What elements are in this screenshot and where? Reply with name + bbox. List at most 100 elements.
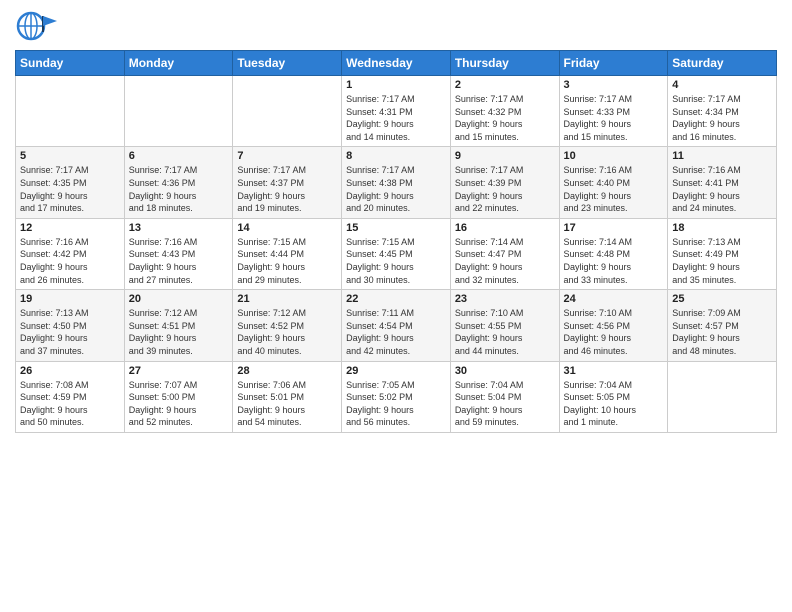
day-number: 12 xyxy=(20,222,120,234)
calendar-week-row: 26 Sunrise: 7:08 AM Sunset: 4:59 PM Dayli… xyxy=(16,361,777,432)
day-info: Sunrise: 7:14 AM Sunset: 4:47 PM Dayligh… xyxy=(455,236,555,286)
day-number: 17 xyxy=(564,222,664,234)
calendar-cell: 27 Sunrise: 7:07 AM Sunset: 5:00 PM Dayli… xyxy=(124,361,233,432)
calendar-day-header: Thursday xyxy=(450,51,559,76)
day-number: 18 xyxy=(672,222,772,234)
calendar-cell xyxy=(124,76,233,147)
day-number: 27 xyxy=(129,365,229,377)
calendar-cell: 24 Sunrise: 7:10 AM Sunset: 4:56 PM Dayli… xyxy=(559,290,668,361)
calendar-cell: 2Sunrise: 7:17 AM Sunset: 4:32 PM Daylig… xyxy=(450,76,559,147)
day-number: 4 xyxy=(672,79,772,91)
calendar-cell: 26 Sunrise: 7:08 AM Sunset: 4:59 PM Dayli… xyxy=(16,361,125,432)
day-number: 29 xyxy=(346,365,446,377)
day-info: Sunrise: 7:06 AM Sunset: 5:01 PM Dayligh… xyxy=(237,379,337,429)
calendar-cell: 1 Sunrise: 7:17 AM Sunset: 4:31 PM Daylig… xyxy=(342,76,451,147)
day-info: Sunrise: 7:17 AM Sunset: 4:31 PM Dayligh… xyxy=(346,93,446,143)
calendar-day-header: Wednesday xyxy=(342,51,451,76)
calendar-day-header: Sunday xyxy=(16,51,125,76)
calendar-cell: 8Sunrise: 7:17 AM Sunset: 4:38 PM Daylig… xyxy=(342,147,451,218)
day-number: 19 xyxy=(20,293,120,305)
day-info: Sunrise: 7:12 AM Sunset: 4:51 PM Dayligh… xyxy=(129,307,229,357)
day-number: 10 xyxy=(564,150,664,162)
day-info: Sunrise: 7:16 AM Sunset: 4:43 PM Dayligh… xyxy=(129,236,229,286)
day-number: 20 xyxy=(129,293,229,305)
calendar-week-row: 19 Sunrise: 7:13 AM Sunset: 4:50 PM Dayli… xyxy=(16,290,777,361)
day-info: Sunrise: 7:05 AM Sunset: 5:02 PM Dayligh… xyxy=(346,379,446,429)
day-info: Sunrise: 7:15 AM Sunset: 4:45 PM Dayligh… xyxy=(346,236,446,286)
day-info: Sunrise: 7:17 AM Sunset: 4:38 PM Dayligh… xyxy=(346,164,446,214)
calendar-cell: 5 Sunrise: 7:17 AM Sunset: 4:35 PM Daylig… xyxy=(16,147,125,218)
calendar-cell: 6 Sunrise: 7:17 AM Sunset: 4:36 PM Daylig… xyxy=(124,147,233,218)
logo-icon xyxy=(15,10,67,48)
calendar-cell: 16 Sunrise: 7:14 AM Sunset: 4:47 PM Dayli… xyxy=(450,218,559,289)
calendar-cell: 20 Sunrise: 7:12 AM Sunset: 4:51 PM Dayli… xyxy=(124,290,233,361)
day-number: 6 xyxy=(129,150,229,162)
calendar-cell: 19 Sunrise: 7:13 AM Sunset: 4:50 PM Dayli… xyxy=(16,290,125,361)
day-info: Sunrise: 7:17 AM Sunset: 4:39 PM Dayligh… xyxy=(455,164,555,214)
calendar-header-row: SundayMondayTuesdayWednesdayThursdayFrid… xyxy=(16,51,777,76)
day-number: 28 xyxy=(237,365,337,377)
calendar-cell: 30 Sunrise: 7:04 AM Sunset: 5:04 PM Dayli… xyxy=(450,361,559,432)
day-info: Sunrise: 7:09 AM Sunset: 4:57 PM Dayligh… xyxy=(672,307,772,357)
day-info: Sunrise: 7:10 AM Sunset: 4:55 PM Dayligh… xyxy=(455,307,555,357)
logo xyxy=(15,10,67,44)
calendar-cell: 10 Sunrise: 7:16 AM Sunset: 4:40 PM Dayli… xyxy=(559,147,668,218)
page-header xyxy=(15,10,777,44)
calendar-day-header: Friday xyxy=(559,51,668,76)
day-number: 1 xyxy=(346,79,446,91)
calendar-cell xyxy=(233,76,342,147)
day-info: Sunrise: 7:16 AM Sunset: 4:40 PM Dayligh… xyxy=(564,164,664,214)
calendar-cell: 3 Sunrise: 7:17 AM Sunset: 4:33 PM Daylig… xyxy=(559,76,668,147)
day-info: Sunrise: 7:17 AM Sunset: 4:34 PM Dayligh… xyxy=(672,93,772,143)
day-info: Sunrise: 7:12 AM Sunset: 4:52 PM Dayligh… xyxy=(237,307,337,357)
day-number: 25 xyxy=(672,293,772,305)
calendar-cell: 12 Sunrise: 7:16 AM Sunset: 4:42 PM Dayli… xyxy=(16,218,125,289)
day-info: Sunrise: 7:10 AM Sunset: 4:56 PM Dayligh… xyxy=(564,307,664,357)
day-number: 7 xyxy=(237,150,337,162)
day-number: 2 xyxy=(455,79,555,91)
calendar-cell: 13 Sunrise: 7:16 AM Sunset: 4:43 PM Dayli… xyxy=(124,218,233,289)
day-number: 16 xyxy=(455,222,555,234)
day-info: Sunrise: 7:04 AM Sunset: 5:05 PM Dayligh… xyxy=(564,379,664,429)
day-info: Sunrise: 7:07 AM Sunset: 5:00 PM Dayligh… xyxy=(129,379,229,429)
day-info: Sunrise: 7:04 AM Sunset: 5:04 PM Dayligh… xyxy=(455,379,555,429)
calendar-week-row: 12 Sunrise: 7:16 AM Sunset: 4:42 PM Dayli… xyxy=(16,218,777,289)
day-info: Sunrise: 7:08 AM Sunset: 4:59 PM Dayligh… xyxy=(20,379,120,429)
day-number: 31 xyxy=(564,365,664,377)
day-info: Sunrise: 7:14 AM Sunset: 4:48 PM Dayligh… xyxy=(564,236,664,286)
day-number: 26 xyxy=(20,365,120,377)
day-info: Sunrise: 7:17 AM Sunset: 4:35 PM Dayligh… xyxy=(20,164,120,214)
calendar-cell: 18 Sunrise: 7:13 AM Sunset: 4:49 PM Dayli… xyxy=(668,218,777,289)
calendar-week-row: 5 Sunrise: 7:17 AM Sunset: 4:35 PM Daylig… xyxy=(16,147,777,218)
calendar-week-row: 1 Sunrise: 7:17 AM Sunset: 4:31 PM Daylig… xyxy=(16,76,777,147)
calendar-cell: 9Sunrise: 7:17 AM Sunset: 4:39 PM Daylig… xyxy=(450,147,559,218)
day-info: Sunrise: 7:13 AM Sunset: 4:49 PM Dayligh… xyxy=(672,236,772,286)
day-info: Sunrise: 7:13 AM Sunset: 4:50 PM Dayligh… xyxy=(20,307,120,357)
day-number: 24 xyxy=(564,293,664,305)
day-number: 22 xyxy=(346,293,446,305)
day-number: 14 xyxy=(237,222,337,234)
day-number: 15 xyxy=(346,222,446,234)
calendar-cell: 28 Sunrise: 7:06 AM Sunset: 5:01 PM Dayli… xyxy=(233,361,342,432)
day-number: 3 xyxy=(564,79,664,91)
day-info: Sunrise: 7:11 AM Sunset: 4:54 PM Dayligh… xyxy=(346,307,446,357)
calendar-cell: 15 Sunrise: 7:15 AM Sunset: 4:45 PM Dayli… xyxy=(342,218,451,289)
calendar-cell: 25 Sunrise: 7:09 AM Sunset: 4:57 PM Dayli… xyxy=(668,290,777,361)
calendar-cell: 31 Sunrise: 7:04 AM Sunset: 5:05 PM Dayli… xyxy=(559,361,668,432)
calendar-day-header: Saturday xyxy=(668,51,777,76)
day-info: Sunrise: 7:17 AM Sunset: 4:33 PM Dayligh… xyxy=(564,93,664,143)
day-number: 13 xyxy=(129,222,229,234)
calendar-table: SundayMondayTuesdayWednesdayThursdayFrid… xyxy=(15,50,777,433)
day-number: 11 xyxy=(672,150,772,162)
day-info: Sunrise: 7:17 AM Sunset: 4:36 PM Dayligh… xyxy=(129,164,229,214)
calendar-day-header: Tuesday xyxy=(233,51,342,76)
calendar-cell: 21Sunrise: 7:12 AM Sunset: 4:52 PM Dayli… xyxy=(233,290,342,361)
day-info: Sunrise: 7:15 AM Sunset: 4:44 PM Dayligh… xyxy=(237,236,337,286)
calendar-cell: 4 Sunrise: 7:17 AM Sunset: 4:34 PM Daylig… xyxy=(668,76,777,147)
calendar-cell: 22 Sunrise: 7:11 AM Sunset: 4:54 PM Dayli… xyxy=(342,290,451,361)
calendar-cell xyxy=(16,76,125,147)
day-info: Sunrise: 7:16 AM Sunset: 4:42 PM Dayligh… xyxy=(20,236,120,286)
day-number: 30 xyxy=(455,365,555,377)
calendar-cell: 29 Sunrise: 7:05 AM Sunset: 5:02 PM Dayli… xyxy=(342,361,451,432)
day-number: 5 xyxy=(20,150,120,162)
